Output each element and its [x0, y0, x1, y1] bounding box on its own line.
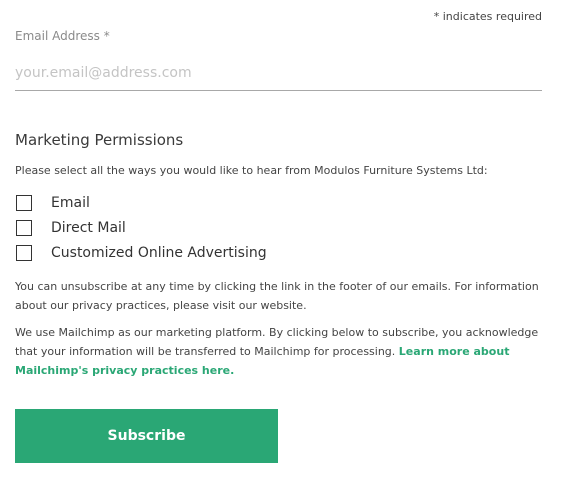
subscribe-button[interactable]: Subscribe: [15, 409, 278, 463]
required-note: * indicates required: [433, 10, 542, 23]
checkbox-label-online-advertising: Customized Online Advertising: [51, 245, 267, 261]
email-input[interactable]: [15, 55, 542, 91]
unsubscribe-notice: You can unsubscribe at any time by click…: [15, 280, 539, 312]
checkbox-email[interactable]: [16, 195, 32, 211]
marketing-permissions-heading: Marketing Permissions: [15, 131, 184, 149]
checkbox-direct-mail[interactable]: [16, 220, 32, 236]
checkbox-online-advertising[interactable]: [16, 245, 32, 261]
checkbox-row-online-advertising[interactable]: Customized Online Advertising: [16, 243, 267, 263]
checkbox-label-email: Email: [51, 195, 90, 211]
email-label: Email Address *: [15, 29, 110, 43]
marketing-permissions-description: Please select all the ways you would lik…: [15, 164, 488, 177]
checkbox-row-email[interactable]: Email: [16, 193, 90, 213]
checkbox-label-direct-mail: Direct Mail: [51, 220, 126, 236]
mailchimp-notice: We use Mailchimp as our marketing platfo…: [15, 323, 550, 380]
checkbox-row-direct-mail[interactable]: Direct Mail: [16, 218, 126, 238]
